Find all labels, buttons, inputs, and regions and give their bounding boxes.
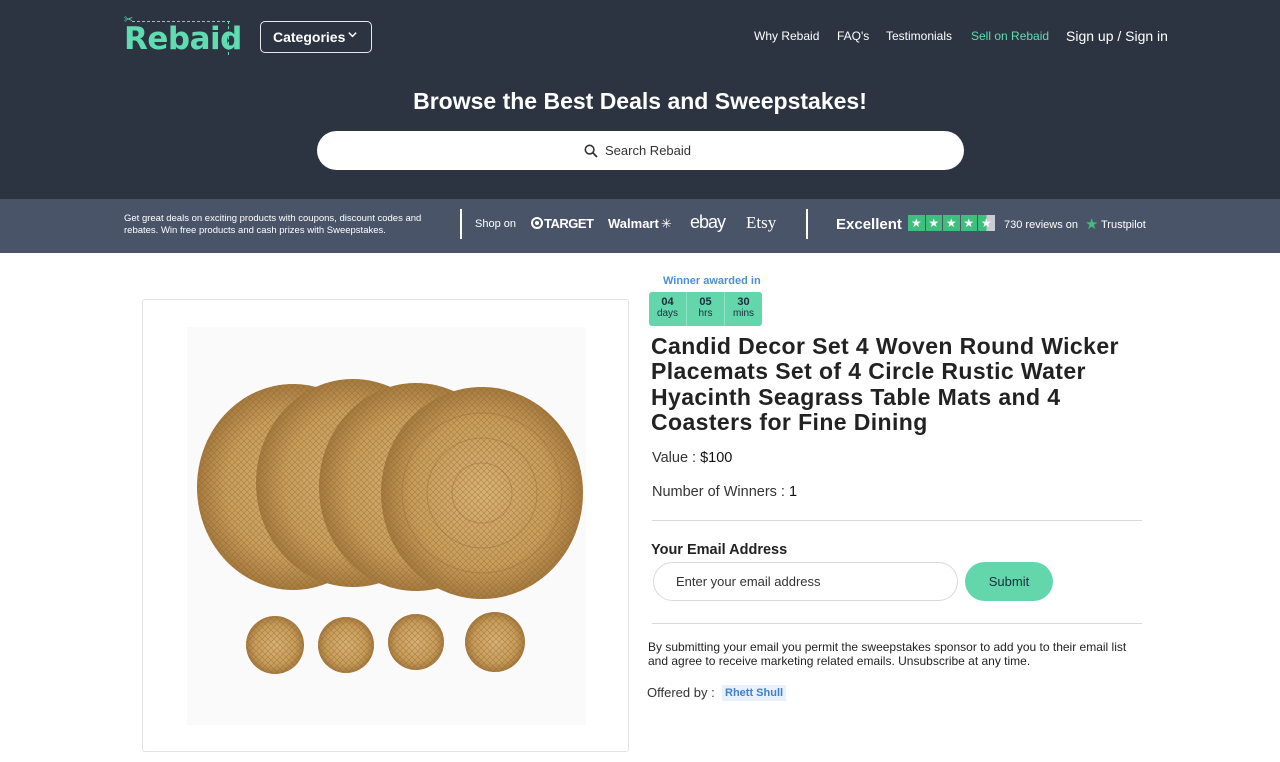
star-icon: ★	[943, 215, 960, 231]
chevron-down-icon	[348, 32, 357, 38]
target-logo-icon	[531, 217, 543, 229]
offered-by-name[interactable]: Rhett Shull	[722, 685, 787, 701]
search-bar[interactable]	[317, 131, 964, 170]
nav-sell-on-rebaid[interactable]: Sell on Rebaid	[971, 29, 1049, 45]
categories-dropdown[interactable]: Categories	[260, 21, 372, 53]
star-icon: ★	[925, 215, 942, 231]
store-walmart-label: Walmart	[608, 216, 659, 231]
shop-on-label: Shop on	[475, 218, 516, 230]
trustpilot-star-icon: ★	[1085, 216, 1099, 233]
reviews-count: 730 reviews on	[1004, 219, 1078, 231]
signup-signin-link[interactable]: Sign up / Sign in	[1066, 28, 1168, 44]
divider	[652, 623, 1142, 624]
winners-count: 1	[789, 484, 798, 500]
product-title: Candid Decor Set 4 Woven Round Wicker Pl…	[651, 333, 1119, 435]
offered-by-label: Offered by :	[647, 685, 715, 700]
store-ebay[interactable]: ebay	[690, 212, 726, 233]
rating-label: Excellent	[836, 216, 902, 233]
countdown-days: 04 days	[649, 292, 686, 326]
submit-button[interactable]: Submit	[965, 562, 1053, 601]
winners-label: Number of Winners :	[652, 484, 785, 500]
divider	[652, 520, 1142, 521]
rebaid-logo[interactable]: ✂ Rebaid	[124, 14, 242, 58]
half-star-icon: ★	[978, 215, 995, 231]
countdown-hours-unit: hrs	[698, 308, 713, 319]
store-target-label: TARGET	[544, 216, 594, 231]
nav-faqs[interactable]: FAQ's	[837, 29, 869, 45]
number-of-winners: Number of Winners : 1	[652, 484, 797, 500]
nav-why-rebaid[interactable]: Why Rebaid	[754, 29, 819, 45]
countdown-hours-value: 05	[699, 296, 712, 308]
product-image-card	[142, 299, 629, 752]
email-label: Your Email Address	[651, 542, 788, 558]
countdown-mins-unit: mins	[732, 308, 755, 319]
search-input[interactable]	[605, 143, 697, 158]
star-icon: ★	[960, 215, 977, 231]
sweepstakes-disclaimer: By submitting your email you permit the …	[648, 640, 1127, 668]
nav-testimonials[interactable]: Testimonials	[886, 29, 952, 45]
countdown-mins: 30 mins	[724, 292, 762, 326]
store-target[interactable]: TARGET	[531, 216, 594, 231]
trust-strip: Get great deals on exciting products wit…	[0, 199, 1280, 253]
walmart-spark-icon: ✳	[660, 216, 672, 231]
winner-awarded-label: Winner awarded in	[663, 275, 761, 287]
email-field[interactable]	[653, 562, 958, 601]
strip-description: Get great deals on exciting products wit…	[124, 213, 422, 236]
countdown-days-value: 04	[661, 296, 674, 308]
store-etsy[interactable]: Etsy	[746, 213, 776, 233]
value-label: Value :	[652, 450, 697, 466]
trustpilot-label[interactable]: Trustpilot	[1101, 219, 1146, 231]
divider	[460, 209, 462, 239]
woven-placemats-image[interactable]	[187, 327, 586, 725]
value-amount: $100	[700, 450, 733, 466]
hero-title: Browse the Best Deals and Sweepstakes!	[413, 88, 867, 114]
countdown-timer: 04 days 05 hrs 30 mins	[649, 292, 762, 326]
categories-label: Categories	[273, 29, 346, 45]
logo-text: Rebaid	[124, 21, 242, 57]
countdown-days-unit: days	[656, 308, 679, 319]
trustpilot-stars: ★ ★ ★ ★ ★	[908, 215, 995, 231]
divider	[806, 209, 808, 239]
site-header: ✂ Rebaid Categories Why Rebaid FAQ's Tes…	[0, 0, 1280, 199]
countdown-mins-value: 30	[737, 296, 750, 308]
star-icon: ★	[908, 215, 925, 231]
countdown-hours: 05 hrs	[686, 292, 724, 326]
product-value: Value : $100	[652, 450, 732, 466]
store-walmart[interactable]: Walmart ✳	[608, 216, 672, 232]
search-icon	[584, 143, 598, 158]
